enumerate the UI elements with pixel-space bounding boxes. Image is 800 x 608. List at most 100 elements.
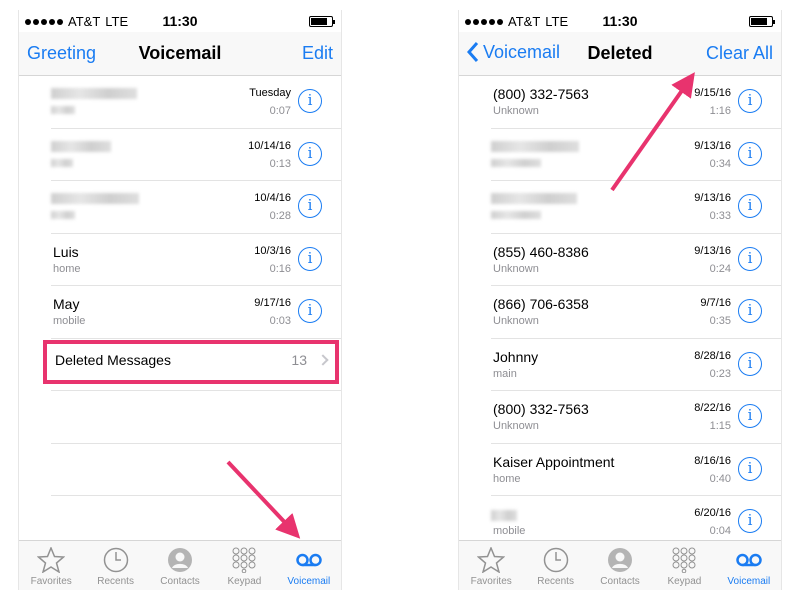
voicemail-name: (855) 460-8386 — [493, 243, 589, 260]
voicemail-row[interactable]: (800) 332-7563 Unknown 8/22/16 1:15 i — [491, 391, 781, 444]
voicemail-row[interactable]: Kaiser Appointment home 8/16/16 0:40 i — [491, 444, 781, 496]
voicemail-name: (800) 332-7563 — [493, 86, 589, 102]
deleted-list: (800) 332-7563 Unknown 9/15/16 1:16 i 9/… — [459, 76, 781, 549]
voicemail-label: Unknown — [493, 262, 539, 275]
star-icon — [477, 547, 506, 573]
voicemail-row[interactable]: (866) 706-6358 Unknown 9/7/16 0:35 i — [491, 286, 781, 339]
voicemail-name: (866) 706-6358 — [493, 296, 589, 312]
deleted-voicemail-screen: AT&T LTE 11:30 Voicemail Deleted Clear A… — [458, 10, 782, 590]
voicemail-row[interactable]: Luis home 10/3/16 0:16 i — [51, 234, 341, 286]
voicemail-date: 9/13/16 — [694, 139, 731, 152]
voicemail-row[interactable]: 10/14/16 0:13 i — [51, 129, 341, 181]
voicemail-date: 10/4/16 — [254, 192, 291, 204]
status-time: 11:30 — [162, 13, 198, 29]
clear-all-button[interactable]: Clear All — [706, 43, 773, 64]
tab-voicemail[interactable]: Voicemail — [717, 541, 781, 590]
tab-voicemail[interactable]: Voicemail — [277, 541, 341, 590]
blurred-subtitle — [51, 211, 75, 219]
voicemail-name: Kaiser Appointment — [493, 453, 615, 470]
tab-favorites[interactable]: Favorites — [459, 541, 523, 590]
voicemail-label: Unknown — [493, 315, 539, 327]
blurred-name — [491, 140, 579, 152]
blurred-name — [491, 510, 517, 521]
info-icon[interactable]: i — [738, 141, 762, 166]
info-icon[interactable]: i — [738, 89, 762, 113]
tab-bar: Favorites Recents Contacts Keypad Voicem… — [19, 540, 341, 590]
info-icon[interactable]: i — [738, 246, 762, 271]
blurred-subtitle — [51, 106, 75, 114]
status-bar: AT&T LTE 11:30 — [459, 10, 781, 32]
voicemail-date: 8/28/16 — [694, 349, 731, 362]
voicemail-name: Luis — [53, 243, 79, 260]
voicemail-row[interactable]: May mobile 9/17/16 0:03 i — [51, 286, 341, 339]
battery-icon — [749, 16, 775, 27]
tab-label: Keypad — [227, 576, 262, 587]
voicemail-duration: 0:16 — [269, 262, 291, 275]
voicemail-date: 10/3/16 — [254, 244, 291, 257]
blurred-subtitle — [491, 211, 541, 219]
info-icon[interactable]: i — [298, 141, 322, 166]
voicemail-date: 9/13/16 — [694, 192, 731, 204]
info-icon[interactable]: i — [738, 351, 762, 376]
info-icon[interactable]: i — [738, 194, 762, 218]
voicemail-date: 8/16/16 — [694, 454, 731, 467]
voicemail-date: 9/15/16 — [694, 87, 731, 99]
voicemail-date: 9/17/16 — [254, 297, 291, 309]
tab-favorites[interactable]: Favorites — [19, 541, 83, 590]
voicemail-date: 6/20/16 — [694, 507, 731, 519]
tab-recents[interactable]: Recents — [83, 541, 147, 590]
voicemail-row[interactable]: 9/13/16 0:34 i — [491, 129, 781, 181]
tab-keypad[interactable]: Keypad — [212, 541, 276, 590]
edit-button[interactable]: Edit — [302, 43, 333, 64]
info-icon[interactable]: i — [738, 509, 762, 533]
voicemail-date: 8/22/16 — [694, 402, 731, 414]
voicemail-duration: 0:13 — [269, 157, 291, 170]
status-time: 11:30 — [602, 13, 638, 29]
voicemail-label: Unknown — [493, 105, 539, 117]
voicemail-row[interactable]: (800) 332-7563 Unknown 9/15/16 1:16 i — [491, 76, 781, 129]
voicemail-duration: 0:33 — [709, 210, 731, 222]
info-icon[interactable]: i — [298, 89, 322, 113]
info-icon[interactable]: i — [298, 246, 322, 271]
tab-label: Voicemail — [727, 576, 771, 587]
blurred-subtitle — [491, 158, 541, 167]
voicemail-date: Tuesday — [249, 87, 291, 99]
voicemail-row[interactable]: Johnny main 8/28/16 0:23 i — [491, 339, 781, 391]
info-icon[interactable]: i — [298, 299, 322, 323]
tab-label: Favorites — [470, 576, 512, 587]
person-icon — [168, 548, 193, 572]
tab-label: Recents — [97, 576, 134, 587]
voicemail-duration: 0:24 — [709, 262, 731, 275]
voicemail-duration: 0:07 — [269, 105, 291, 117]
tab-recents[interactable]: Recents — [523, 541, 587, 590]
tab-contacts[interactable]: Contacts — [148, 541, 212, 590]
info-icon[interactable]: i — [738, 299, 762, 323]
voicemail-duration: 0:04 — [709, 525, 731, 537]
blurred-name — [51, 88, 137, 99]
blurred-name — [51, 193, 139, 204]
info-icon[interactable]: i — [738, 456, 762, 481]
tab-label: Contacts — [600, 576, 640, 587]
voicemail-list: Tuesday 0:07 i 10/14/16 0:13 i 10/4/16 0… — [19, 76, 341, 540]
voicemail-duration: 0:23 — [709, 367, 731, 380]
voicemail-row[interactable]: 10/4/16 0:28 i — [51, 181, 341, 234]
voicemail-label: main — [493, 367, 517, 380]
tab-contacts[interactable]: Contacts — [588, 541, 652, 590]
voicemail-label: mobile — [493, 525, 526, 537]
voicemail-name: May — [53, 296, 80, 312]
voicemail-date: 9/7/16 — [700, 297, 731, 309]
voicemail-duration: 0:03 — [269, 315, 291, 327]
page-title: Voicemail — [138, 43, 222, 63]
tab-keypad[interactable]: Keypad — [652, 541, 716, 590]
keypad-icon — [672, 547, 696, 573]
voicemail-row[interactable]: Tuesday 0:07 i — [51, 76, 341, 129]
info-icon[interactable]: i — [738, 404, 762, 428]
voicemail-row[interactable]: (855) 460-8386 Unknown 9/13/16 0:24 i — [491, 234, 781, 286]
keypad-icon — [232, 547, 256, 573]
info-icon[interactable]: i — [298, 194, 322, 218]
voicemail-icon — [736, 553, 762, 567]
voicemail-row[interactable]: 9/13/16 0:33 i — [491, 181, 781, 234]
tab-label: Recents — [537, 576, 574, 587]
tab-bar: Favorites Recents Contacts Keypad Voicem… — [459, 540, 781, 590]
tab-label: Favorites — [30, 576, 72, 587]
